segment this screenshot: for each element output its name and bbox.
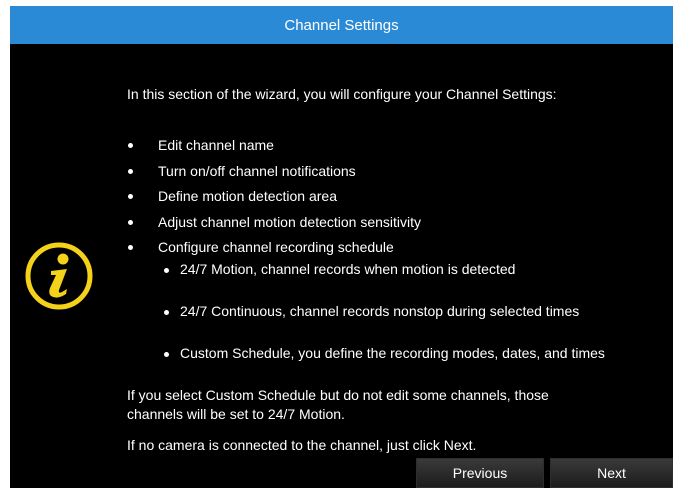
wizard-window: Channel Settings In this section of the … <box>10 6 673 488</box>
next-button[interactable]: Next <box>550 458 673 488</box>
bullet-icon <box>128 168 133 174</box>
list-item: 24/7 Motion, channel records when motion… <box>160 261 515 277</box>
no-camera-note: If no camera is connected to the channel… <box>127 437 477 453</box>
footer-bar: Previous Next <box>10 454 673 488</box>
feature-list: Edit channel name Turn on/off channel no… <box>126 136 421 264</box>
list-item: Custom Schedule, you define the recordin… <box>160 345 605 361</box>
bullet-icon <box>164 352 169 357</box>
previous-button[interactable]: Previous <box>416 458 544 488</box>
bullet-icon <box>164 268 169 273</box>
list-item: Define motion detection area <box>126 187 421 213</box>
title-bar: Channel Settings <box>10 6 673 44</box>
intro-text: In this section of the wizard, you will … <box>127 86 557 102</box>
list-item: Turn on/off channel notifications <box>126 162 421 188</box>
wizard-content: In this section of the wizard, you will … <box>10 44 673 454</box>
bullet-icon <box>164 310 169 315</box>
list-item: 24/7 Continuous, channel records nonstop… <box>160 303 579 319</box>
bullet-icon <box>128 219 133 225</box>
list-item: Edit channel name <box>126 136 421 162</box>
list-item: Adjust channel motion detection sensitiv… <box>126 213 421 239</box>
custom-schedule-note: If you select Custom Schedule but do not… <box>127 387 549 422</box>
bullet-icon <box>128 194 133 200</box>
window-title: Channel Settings <box>284 16 399 34</box>
info-icon <box>25 242 93 310</box>
bullet-icon <box>128 143 133 148</box>
bullet-icon <box>128 245 133 251</box>
